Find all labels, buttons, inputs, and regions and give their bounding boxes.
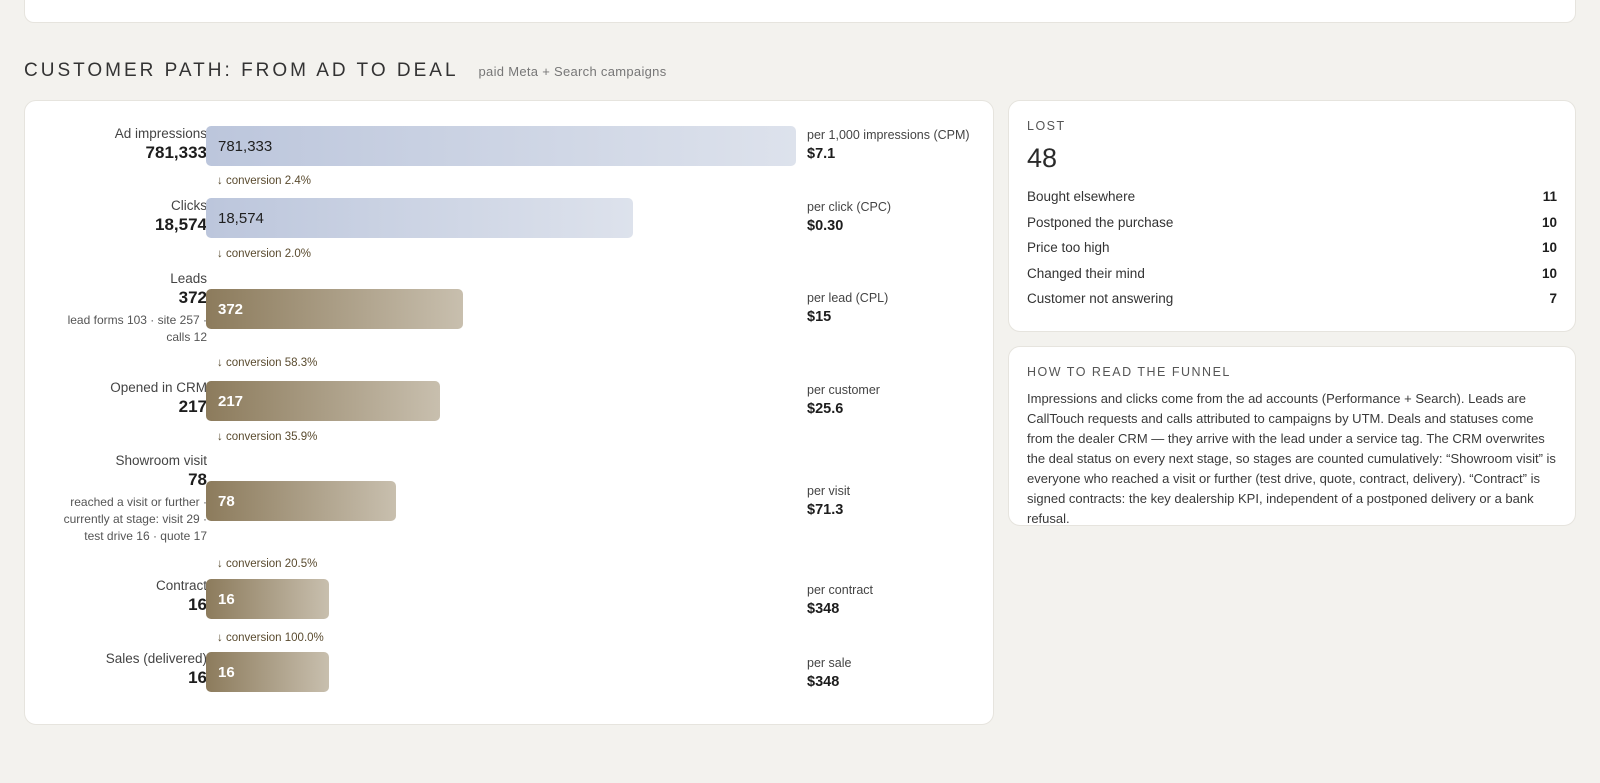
cost-value: $348 — [807, 674, 840, 690]
funnel-bar[interactable]: 78 — [206, 481, 396, 521]
cost-label: per customer — [807, 383, 880, 397]
funnel-bar[interactable]: 781,333 — [206, 126, 796, 166]
reason-label: Bought elsewhere — [1027, 189, 1136, 205]
reason-count: 10 — [1541, 214, 1557, 230]
previous-section-card — [24, 0, 1576, 23]
stage-note: lead forms 103 · site 257 · calls 12 — [67, 313, 207, 344]
cost-value: $7.1 — [807, 146, 836, 162]
conversion-rate: ↓ conversion 20.5% — [217, 558, 318, 570]
lost-title: LOST — [1027, 119, 1066, 133]
cost-label: per contract — [807, 583, 874, 597]
bar-label: 18,574 — [218, 209, 264, 227]
cost-showroom: per visit $71.3 — [807, 484, 850, 518]
bar-label: 78 — [218, 492, 235, 510]
stage-label-showroom: Showroom visit 78 reached a visit or fur… — [57, 453, 207, 545]
reason-label: Postponed the purchase — [1027, 214, 1174, 230]
cost-label: per click (CPC) — [807, 200, 892, 214]
stage-label-impressions: Ad impressions 781,333 — [115, 126, 207, 163]
lost-reason-row: Changed their mind 10 — [1027, 261, 1557, 287]
stage-name: Showroom visit — [115, 453, 207, 468]
stage-value: 16 — [188, 595, 207, 614]
stage-label-contract: Contract 16 — [156, 578, 207, 615]
stage-name: Opened in CRM — [110, 380, 207, 395]
lost-reason-row: Postponed the purchase 10 — [1027, 210, 1557, 236]
lost-reason-row: Bought elsewhere 11 — [1027, 184, 1557, 210]
cost-value: $71.3 — [807, 502, 844, 518]
conversion-rate: ↓ conversion 2.0% — [217, 248, 311, 260]
lost-reason-row: Price too high 10 — [1027, 235, 1557, 261]
cost-label: per visit — [807, 484, 851, 498]
stage-note: reached a visit or further · currently a… — [63, 495, 207, 543]
bar-label: 217 — [218, 392, 244, 410]
stage-value: 781,333 — [145, 143, 207, 162]
funnel-bar[interactable]: 372 — [206, 289, 463, 329]
how-to-read-card: HOW TO READ THE FUNNEL Impressions and c… — [1008, 346, 1576, 526]
cost-contract: per contract $348 — [807, 583, 873, 617]
cost-crm: per customer $25.6 — [807, 383, 880, 417]
cost-sales: per sale $348 — [807, 656, 851, 690]
stage-value: 18,574 — [155, 215, 207, 234]
stage-label-leads: Leads 372 lead forms 103 · site 257 · ca… — [57, 271, 207, 346]
lost-total: 48 — [1027, 143, 1058, 173]
cost-impressions: per 1,000 impressions (CPM) $7.1 — [807, 128, 970, 162]
how-to-read-title: HOW TO READ THE FUNNEL — [1027, 365, 1231, 379]
cost-value: $25.6 — [807, 401, 844, 417]
stage-name: Leads — [170, 271, 207, 286]
funnel-card: Ad impressions 781,333 781,333 per 1,000… — [24, 100, 994, 725]
funnel-bar[interactable]: 18,574 — [206, 198, 633, 238]
funnel-bar[interactable]: 16 — [206, 652, 329, 692]
cost-label: per lead (CPL) — [807, 291, 889, 305]
section-header: CUSTOMER PATH: FROM AD TO DEAL paid Meta… — [24, 60, 667, 82]
stage-value: 16 — [188, 668, 207, 687]
stage-name: Ad impressions — [114, 126, 207, 141]
bar-label: 16 — [218, 663, 235, 681]
conversion-rate: ↓ conversion 58.3% — [217, 357, 318, 369]
conversion-rate: ↓ conversion 2.4% — [217, 175, 311, 187]
funnel-bar[interactable]: 16 — [206, 579, 329, 619]
stage-name: Sales (delivered) — [105, 651, 207, 666]
section-title: CUSTOMER PATH: FROM AD TO DEAL — [24, 60, 459, 81]
stage-value: 372 — [178, 288, 207, 307]
funnel-bar[interactable]: 217 — [206, 381, 440, 421]
reason-count: 10 — [1541, 240, 1557, 256]
lost-reason-row: Customer not answering 7 — [1027, 286, 1557, 312]
reason-label: Changed their mind — [1027, 265, 1145, 281]
cost-clicks: per click (CPC) $0.30 — [807, 200, 891, 234]
stage-value: 217 — [178, 397, 207, 416]
section-subtitle: paid Meta + Search campaigns — [478, 64, 667, 79]
reason-count: 10 — [1541, 265, 1557, 281]
cost-value: $0.30 — [807, 218, 844, 234]
cost-label: per sale — [807, 656, 852, 670]
stage-name: Contract — [155, 578, 207, 593]
stage-label-sales: Sales (delivered) 16 — [106, 651, 207, 688]
cost-label: per 1,000 impressions (CPM) — [807, 128, 970, 142]
how-to-read-text: Impressions and clicks come from the ad … — [1027, 391, 1556, 526]
stage-label-clicks: Clicks 18,574 — [155, 198, 207, 235]
reason-count: 11 — [1542, 189, 1557, 205]
reason-label: Price too high — [1027, 240, 1110, 256]
cost-value: $348 — [807, 601, 840, 617]
bar-label: 16 — [218, 590, 235, 608]
conversion-rate: ↓ conversion 100.0% — [217, 632, 324, 644]
reason-count: 7 — [1549, 291, 1557, 307]
reason-label: Customer not answering — [1027, 291, 1174, 307]
conversion-rate: ↓ conversion 35.9% — [217, 431, 318, 443]
bar-label: 372 — [218, 300, 244, 318]
cost-leads: per lead (CPL) $15 — [807, 291, 888, 325]
stage-label-crm: Opened in CRM 217 — [110, 380, 207, 417]
stage-name: Clicks — [171, 198, 207, 213]
cost-value: $15 — [807, 309, 832, 325]
bar-label: 781,333 — [218, 137, 273, 155]
stage-value: 78 — [188, 470, 207, 489]
lost-card: LOST 48 Bought elsewhere 11 Postponed the… — [1008, 100, 1576, 332]
